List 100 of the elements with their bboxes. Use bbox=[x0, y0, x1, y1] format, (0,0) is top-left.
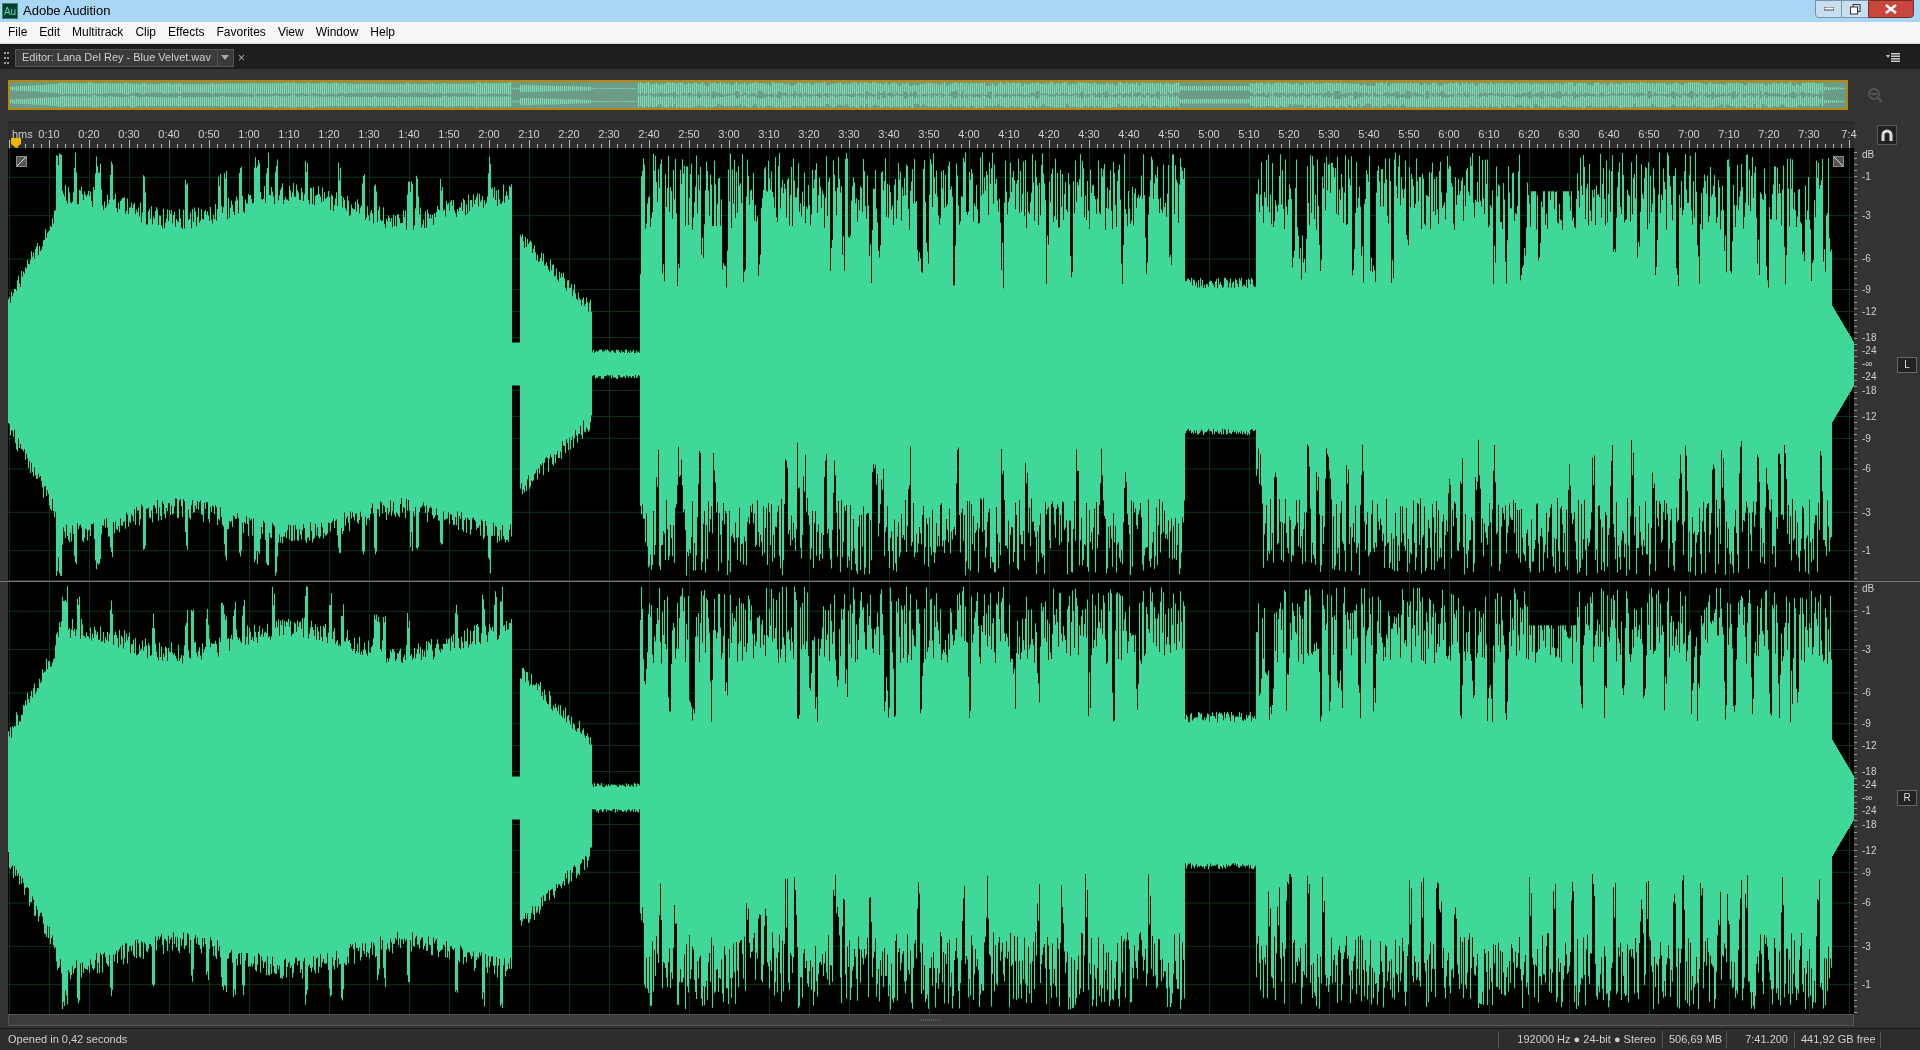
db-scale-label: -3 bbox=[1862, 507, 1871, 518]
free-space-text: 441,92 GB free bbox=[1794, 1031, 1880, 1048]
ruler-label: 2:40 bbox=[638, 127, 660, 143]
ruler-label: 4:30 bbox=[1078, 127, 1100, 143]
minimize-icon bbox=[1823, 7, 1834, 11]
db-scale-label: -24 bbox=[1862, 346, 1877, 356]
file-size-text: 506,69 MB bbox=[1662, 1031, 1726, 1048]
menu-item[interactable]: Effects bbox=[162, 22, 211, 43]
waveform-drawing[interactable] bbox=[8, 585, 1854, 1011]
db-scale-label: -∞ bbox=[1862, 359, 1873, 370]
db-scale-label: -9 bbox=[1862, 867, 1871, 878]
menu-item[interactable]: Help bbox=[364, 22, 402, 43]
db-scale-label: dB bbox=[1862, 150, 1875, 161]
ruler-label: 3:30 bbox=[838, 127, 860, 143]
db-scale-label: -1 bbox=[1862, 979, 1871, 990]
menu-item[interactable]: Clip bbox=[129, 22, 163, 43]
ruler-label: 5:40 bbox=[1358, 127, 1380, 143]
ruler-label: 4:50 bbox=[1158, 127, 1180, 143]
ruler-label: 2:30 bbox=[598, 127, 620, 143]
db-scale-label: -6 bbox=[1862, 688, 1871, 699]
db-scale-label: -9 bbox=[1862, 284, 1871, 295]
magnet-icon bbox=[1881, 129, 1893, 142]
ruler-label: 4:20 bbox=[1038, 127, 1060, 143]
ruler-label: 7:30 bbox=[1798, 127, 1820, 143]
ruler-label: 0:10 bbox=[38, 127, 60, 143]
ruler-label: 1:00 bbox=[238, 127, 260, 143]
ruler-label: 3:10 bbox=[758, 127, 780, 143]
menu-item[interactable]: Window bbox=[309, 22, 365, 43]
channel-button[interactable]: R bbox=[1897, 790, 1917, 807]
db-scale-label: -6 bbox=[1862, 464, 1871, 475]
status-message: Opened in 0,42 seconds bbox=[7, 1032, 129, 1048]
ruler-label: 6:20 bbox=[1518, 127, 1540, 143]
ruler-label: 5:50 bbox=[1398, 127, 1420, 143]
ruler-unit-label: hms bbox=[12, 127, 33, 143]
window-title: Adobe Audition bbox=[23, 2, 111, 21]
db-scale-label: -24 bbox=[1862, 372, 1877, 383]
waveform-drawing[interactable] bbox=[8, 151, 1854, 577]
ruler-label: 1:10 bbox=[278, 127, 300, 143]
horizontal-scrollbar[interactable] bbox=[8, 1014, 1854, 1027]
snap-magnet-button[interactable] bbox=[1877, 125, 1897, 146]
fade-in-handle-icon[interactable] bbox=[16, 156, 27, 168]
db-scale-label: -12 bbox=[1862, 411, 1877, 422]
ruler-label: 5:30 bbox=[1318, 127, 1340, 143]
ruler-label: 3:50 bbox=[918, 127, 940, 143]
db-scale-label: -3 bbox=[1862, 941, 1871, 952]
ruler-label: 0:40 bbox=[158, 127, 180, 143]
db-scale-label: -6 bbox=[1862, 254, 1871, 265]
db-scale-label: dB bbox=[1862, 584, 1875, 595]
sample-format-text: 192000 Hz ● 24-bit ● Stereo bbox=[1498, 1031, 1662, 1048]
ruler-label: 2:50 bbox=[678, 127, 700, 143]
ruler-label: 2:20 bbox=[558, 127, 580, 143]
close-icon bbox=[1885, 4, 1897, 14]
ruler-label: 1:50 bbox=[438, 127, 460, 143]
db-scale-label: -1 bbox=[1862, 606, 1871, 617]
ruler-label: 2:10 bbox=[518, 127, 540, 143]
db-scale-label: -∞ bbox=[1862, 793, 1873, 804]
ruler-label: 0:30 bbox=[118, 127, 140, 143]
menu-item[interactable]: View bbox=[271, 22, 310, 43]
duration-text: 7:41.200 bbox=[1726, 1031, 1794, 1048]
editor-tab[interactable]: Editor: Lana Del Rey - Blue Velvet.wav bbox=[15, 48, 234, 67]
restore-icon bbox=[1849, 3, 1861, 15]
panel-menu-icon[interactable] bbox=[1886, 52, 1900, 62]
maximize-button[interactable] bbox=[1842, 0, 1868, 18]
db-scale-label: -6 bbox=[1862, 898, 1871, 909]
ruler-label: 1:30 bbox=[358, 127, 380, 143]
ruler-label: 3:20 bbox=[798, 127, 820, 143]
ruler-label: 5:10 bbox=[1238, 127, 1260, 143]
ruler-label: 5:00 bbox=[1198, 127, 1220, 143]
channel-button[interactable]: L bbox=[1897, 356, 1917, 373]
db-scale-label: -18 bbox=[1862, 766, 1877, 777]
ruler-label: 4:40 bbox=[1118, 127, 1140, 143]
db-scale-label: -18 bbox=[1862, 385, 1877, 396]
menu-item[interactable]: Edit bbox=[33, 22, 67, 43]
ruler-label: 6:50 bbox=[1638, 127, 1660, 143]
fade-out-handle-icon[interactable] bbox=[1833, 156, 1844, 168]
ruler-label: 2:00 bbox=[478, 127, 500, 143]
ruler-label: 4:10 bbox=[998, 127, 1020, 143]
db-scale-label: -12 bbox=[1862, 845, 1877, 856]
ruler-label: 0:20 bbox=[78, 127, 100, 143]
db-scale-label: -12 bbox=[1862, 306, 1877, 317]
db-scale-label: -3 bbox=[1862, 210, 1871, 221]
db-scale-label: -9 bbox=[1862, 718, 1871, 729]
ruler-label: 1:20 bbox=[318, 127, 340, 143]
tab-close-button[interactable]: × bbox=[237, 51, 245, 64]
db-scale-label: -18 bbox=[1862, 332, 1877, 343]
ruler-label: 5:20 bbox=[1278, 127, 1300, 143]
menu-item[interactable]: Multitrack bbox=[66, 22, 130, 43]
playhead-marker-icon[interactable] bbox=[11, 138, 21, 149]
ruler-label: 7:10 bbox=[1718, 127, 1740, 143]
ruler-label: 6:10 bbox=[1478, 127, 1500, 143]
close-button[interactable] bbox=[1868, 0, 1914, 18]
ruler-label: 1:40 bbox=[398, 127, 420, 143]
ruler-label: 6:30 bbox=[1558, 127, 1580, 143]
ruler-label: 0:50 bbox=[198, 127, 220, 143]
ruler-label: 7:4 bbox=[1841, 127, 1857, 143]
ruler-label: 6:00 bbox=[1438, 127, 1460, 143]
ruler-label: 3:40 bbox=[878, 127, 900, 143]
db-scale-label: -24 bbox=[1862, 780, 1877, 790]
menu-item[interactable]: File bbox=[2, 22, 34, 43]
menu-item[interactable]: Favorites bbox=[210, 22, 272, 43]
